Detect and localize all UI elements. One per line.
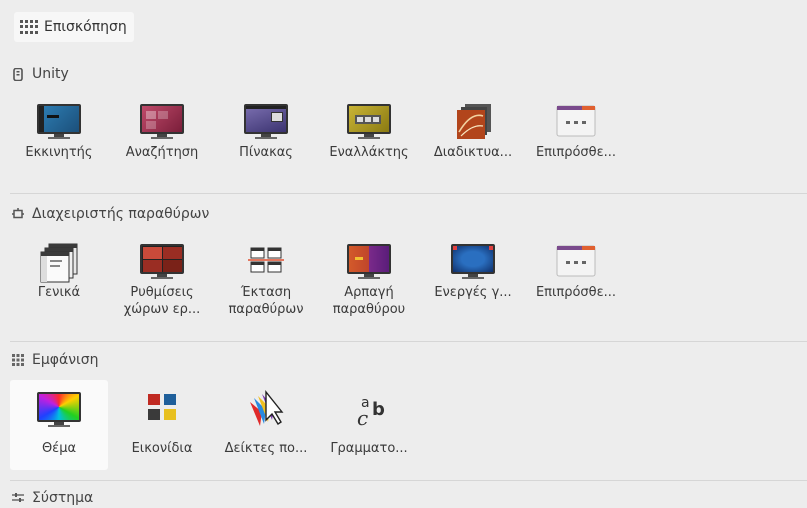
item-label: Αρπαγή παραθύρου [332,285,406,317]
cursors-icon [242,390,290,430]
overview-grid-icon [20,20,38,34]
item-label: Γραμματο... [330,441,408,456]
item-label: Ενεργές γ... [434,285,512,300]
item-label: Επιπρόσθε... [535,145,617,160]
hotcorners-icon [449,242,497,282]
item-label: Εναλλάκτης [329,145,409,160]
section-heading-unity: Unity [12,66,69,82]
unity-icon [12,67,24,82]
search-dash-icon [138,102,186,142]
item-search[interactable]: Αναζήτηση [113,82,211,172]
workspace-settings-icon [138,242,186,282]
item-panel[interactable]: Πίνακας [217,82,315,172]
item-label: Επιπρόσθε... [535,285,617,300]
general-icon [35,242,83,283]
item-workspace-settings[interactable]: Ρυθμίσεις χώρων ερ... [113,222,211,317]
section-heading-window-manager: Διαχειριστής παραθύρων [12,206,209,222]
item-fonts[interactable]: a b c Γραμματο... [320,380,418,470]
item-hotcorners[interactable]: Ενεργές γ... [424,222,522,312]
item-label: Πίνακας [239,145,293,160]
item-window-spread[interactable]: Έκταση παραθύρων [217,222,315,317]
overview-label: Επισκόπηση [44,19,127,35]
section-divider [10,341,807,342]
fonts-icon: a b c [345,390,393,430]
item-label: Έκταση παραθύρων [228,285,304,317]
item-switcher[interactable]: Εναλλάκτης [320,82,418,172]
item-label: Αναζήτηση [125,145,199,160]
item-icons[interactable]: Εικονίδια [113,380,211,470]
item-theme[interactable]: Θέμα [10,380,108,470]
section-divider [10,480,807,481]
window-manager-icon [12,208,24,220]
item-label: Θέμα [41,441,77,456]
item-label: Γενικά [37,285,81,300]
switcher-icon [345,102,393,142]
svg-text:c: c [357,406,368,430]
item-cursors[interactable]: Δείκτες πο... [217,380,315,470]
item-label: Ρυθμίσεις χώρων ερ... [123,285,201,317]
item-additional-wm[interactable]: Επιπρόσθε... [527,222,625,312]
item-general[interactable]: Γενικά [10,222,108,312]
item-additional-unity[interactable]: Επιπρόσθε... [527,82,625,172]
web-apps-icon [449,102,497,142]
item-label: Εικονίδια [131,441,193,456]
item-label: Δείκτες πο... [224,441,308,456]
launcher-icon [35,102,83,142]
system-sliders-icon [12,492,24,504]
panel-icon [242,102,290,142]
theme-icon [35,390,83,430]
additional-icon [552,242,600,282]
icons-icon [138,390,186,430]
item-web-apps[interactable]: Διαδικτυα... [424,82,522,172]
appearance-icon [12,354,24,366]
overview-button[interactable]: Επισκόπηση [14,12,134,42]
window-snapping-icon [345,242,393,282]
section-divider [10,193,807,194]
section-heading-appearance: Εμφάνιση [12,352,99,368]
item-launcher[interactable]: Εκκινητής [10,82,108,172]
item-window-snapping[interactable]: Αρπαγή παραθύρου [320,222,418,317]
svg-text:b: b [372,399,385,420]
window-spread-icon [242,242,290,282]
item-label: Διαδικτυα... [433,145,513,160]
additional-icon [552,102,600,142]
item-label: Εκκινητής [25,145,93,160]
